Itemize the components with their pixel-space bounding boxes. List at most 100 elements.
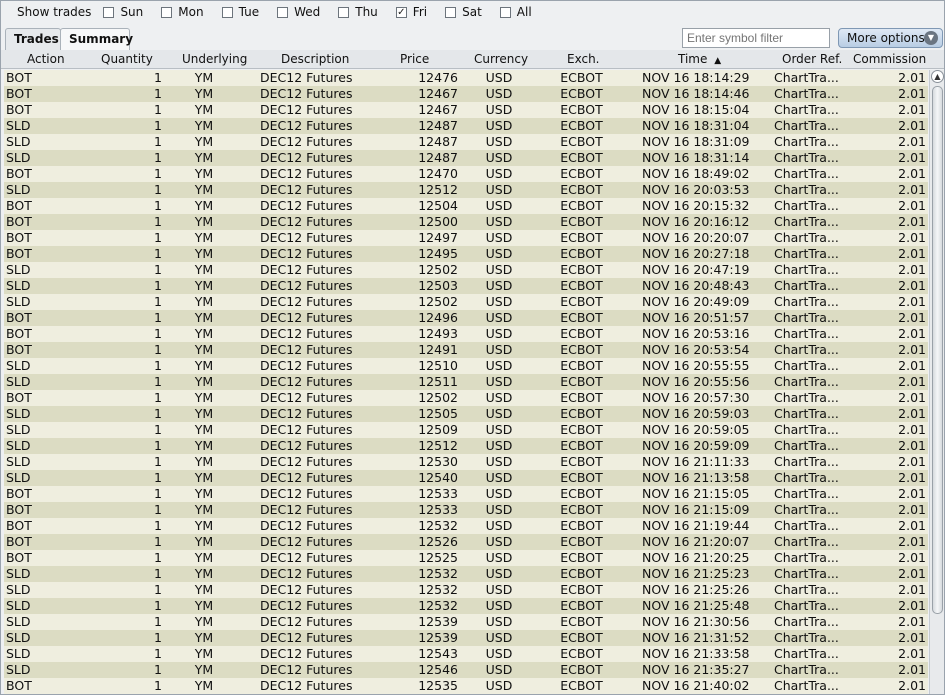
day-filter-tue[interactable]: Tue xyxy=(221,5,259,19)
exchange-cell: ECBOT xyxy=(560,662,603,677)
more-options-button[interactable]: More options ▼ xyxy=(838,28,943,48)
underlying-cell: YM xyxy=(194,438,214,453)
table-row[interactable]: SLD 1 YM DEC12 Futures 12530 USD ECBOT NOV 16 2… xyxy=(4,454,928,470)
table-row[interactable]: BOT 1 YM DEC12 Futures 12467 USD ECBOT NOV 16 1… xyxy=(4,86,928,102)
table-row[interactable]: BOT 1 YM DEC12 Futures 12532 USD ECBOT NOV 16 2… xyxy=(4,518,928,534)
symbol-filter-input[interactable] xyxy=(682,28,830,48)
day-filter-thu[interactable]: Thu xyxy=(338,5,378,19)
checkbox-icon[interactable] xyxy=(221,6,233,18)
action-cell: BOT xyxy=(6,678,32,693)
commission-cell: 2.01 xyxy=(898,518,926,533)
table-row[interactable]: SLD 1 YM DEC12 Futures 12546 USD ECBOT NOV 16 2… xyxy=(4,662,928,678)
table-row[interactable]: BOT 1 YM DEC12 Futures 12470 USD ECBOT NOV 16 1… xyxy=(4,166,928,182)
quantity-cell: 1 xyxy=(154,102,162,117)
quantity-cell: 1 xyxy=(154,326,162,341)
currency-cell: USD xyxy=(485,630,513,645)
table-row[interactable]: BOT 1 YM DEC12 Futures 12476 USD ECBOT NOV 16 1… xyxy=(4,70,928,86)
day-filter-sat[interactable]: Sat xyxy=(445,5,482,19)
commission-cell: 2.01 xyxy=(898,214,926,229)
table-row[interactable]: SLD 1 YM DEC12 Futures 12532 USD ECBOT NOV 16 2… xyxy=(4,582,928,598)
table-row[interactable]: SLD 1 YM DEC12 Futures 12543 USD ECBOT NOV 16 2… xyxy=(4,646,928,662)
table-row[interactable]: BOT 1 YM DEC12 Futures 12495 USD ECBOT NOV 16 2… xyxy=(4,246,928,262)
table-row[interactable]: BOT 1 YM DEC12 Futures 12500 USD ECBOT NOV 16 2… xyxy=(4,214,928,230)
checkbox-checked-icon[interactable]: ✓ xyxy=(395,6,407,18)
table-row[interactable]: BOT 1 YM DEC12 Futures 12525 USD ECBOT NOV 16 2… xyxy=(4,550,928,566)
currency-cell: USD xyxy=(485,278,513,293)
day-filter-sun[interactable]: Sun xyxy=(103,5,143,19)
commission-cell: 2.01 xyxy=(898,326,926,341)
table-row[interactable]: BOT 1 YM DEC12 Futures 12526 USD ECBOT NOV 16 2… xyxy=(4,534,928,550)
table-row[interactable]: SLD 1 YM DEC12 Futures 12512 USD ECBOT NOV 16 2… xyxy=(4,438,928,454)
description-cell: DEC12 Futures xyxy=(260,198,353,213)
table-row[interactable]: SLD 1 YM DEC12 Futures 12532 USD ECBOT NOV 16 2… xyxy=(4,566,928,582)
day-filter-all[interactable]: All xyxy=(499,5,532,19)
day-filter-fri[interactable]: ✓ Fri xyxy=(395,5,427,19)
table-row[interactable]: SLD 1 YM DEC12 Futures 12510 USD ECBOT NOV 16 2… xyxy=(4,358,928,374)
table-row[interactable]: SLD 1 YM DEC12 Futures 12502 USD ECBOT NOV 16 2… xyxy=(4,262,928,278)
col-commission[interactable]: Commission xyxy=(853,52,926,67)
col-action[interactable]: Action xyxy=(27,52,65,67)
exchange-cell: ECBOT xyxy=(560,678,603,693)
day-filter-wed[interactable]: Wed xyxy=(277,5,320,19)
action-cell: SLD xyxy=(6,150,31,165)
col-currency[interactable]: Currency xyxy=(474,52,528,67)
vertical-scrollbar[interactable]: ▲ xyxy=(929,70,944,694)
table-row[interactable]: SLD 1 YM DEC12 Futures 12487 USD ECBOT NOV 16 1… xyxy=(4,134,928,150)
table-row[interactable]: BOT 1 YM DEC12 Futures 12533 USD ECBOT NOV 16 2… xyxy=(4,486,928,502)
scroll-up-arrow-icon[interactable]: ▲ xyxy=(931,70,944,83)
order-ref-cell: ChartTra... xyxy=(774,102,839,117)
table-row[interactable]: SLD 1 YM DEC12 Futures 12509 USD ECBOT NOV 16 2… xyxy=(4,422,928,438)
col-price[interactable]: Price xyxy=(400,52,429,67)
tab-trades[interactable]: Trades xyxy=(5,28,61,50)
table-row[interactable]: BOT 1 YM DEC12 Futures 12533 USD ECBOT NOV 16 2… xyxy=(4,502,928,518)
tab-summary[interactable]: Summary xyxy=(60,28,133,50)
checkbox-icon[interactable] xyxy=(103,6,115,18)
col-time[interactable]: Time ▲ xyxy=(678,52,721,67)
scrollbar-thumb[interactable] xyxy=(932,86,943,614)
table-row[interactable]: SLD 1 YM DEC12 Futures 12487 USD ECBOT NOV 16 1… xyxy=(4,118,928,134)
commission-cell: 2.01 xyxy=(898,614,926,629)
table-row[interactable]: SLD 1 YM DEC12 Futures 12505 USD ECBOT NOV 16 2… xyxy=(4,406,928,422)
checkbox-icon[interactable] xyxy=(499,6,511,18)
table-row[interactable]: SLD 1 YM DEC12 Futures 12511 USD ECBOT NOV 16 2… xyxy=(4,374,928,390)
col-quantity[interactable]: Quantity xyxy=(101,52,153,67)
table-row[interactable]: SLD 1 YM DEC12 Futures 12512 USD ECBOT NOV 16 2… xyxy=(4,182,928,198)
table-row[interactable]: BOT 1 YM DEC12 Futures 12502 USD ECBOT NOV 16 2… xyxy=(4,390,928,406)
table-row[interactable]: SLD 1 YM DEC12 Futures 12540 USD ECBOT NOV 16 2… xyxy=(4,470,928,486)
checkbox-icon[interactable] xyxy=(445,6,457,18)
sort-ascending-icon: ▲ xyxy=(714,56,722,66)
quantity-cell: 1 xyxy=(154,118,162,133)
col-order-ref[interactable]: Order Ref. xyxy=(782,52,842,67)
table-row[interactable]: SLD 1 YM DEC12 Futures 12539 USD ECBOT NOV 16 2… xyxy=(4,614,928,630)
table-row[interactable]: BOT 1 YM DEC12 Futures 12493 USD ECBOT NOV 16 2… xyxy=(4,326,928,342)
underlying-cell: YM xyxy=(194,118,214,133)
checkbox-icon[interactable] xyxy=(338,6,350,18)
time-cell: NOV 16 21:20:25 xyxy=(642,550,750,565)
table-row[interactable]: SLD 1 YM DEC12 Futures 12503 USD ECBOT NOV 16 2… xyxy=(4,278,928,294)
table-row[interactable]: SLD 1 YM DEC12 Futures 12532 USD ECBOT NOV 16 2… xyxy=(4,598,928,614)
day-filter-mon[interactable]: Mon xyxy=(161,5,204,19)
description-cell: DEC12 Futures xyxy=(260,230,353,245)
table-row[interactable]: SLD 1 YM DEC12 Futures 12502 USD ECBOT NOV 16 2… xyxy=(4,294,928,310)
exchange-cell: ECBOT xyxy=(560,294,603,309)
underlying-cell: YM xyxy=(194,262,214,277)
exchange-cell: ECBOT xyxy=(560,182,603,197)
col-exch[interactable]: Exch. xyxy=(567,52,600,67)
checkbox-icon[interactable] xyxy=(161,6,173,18)
col-underlying[interactable]: Underlying xyxy=(182,52,247,67)
table-row[interactable]: BOT 1 YM DEC12 Futures 12467 USD ECBOT NOV 16 1… xyxy=(4,102,928,118)
time-cell: NOV 16 20:15:32 xyxy=(642,198,750,213)
col-description[interactable]: Description xyxy=(281,52,349,67)
table-row[interactable]: BOT 1 YM DEC12 Futures 12497 USD ECBOT NOV 16 2… xyxy=(4,230,928,246)
table-row[interactable]: BOT 1 YM DEC12 Futures 12504 USD ECBOT NOV 16 2… xyxy=(4,198,928,214)
description-cell: DEC12 Futures xyxy=(260,566,353,581)
table-row[interactable]: BOT 1 YM DEC12 Futures 12491 USD ECBOT NOV 16 2… xyxy=(4,342,928,358)
underlying-cell: YM xyxy=(194,198,214,213)
commission-cell: 2.01 xyxy=(898,166,926,181)
table-row[interactable]: SLD 1 YM DEC12 Futures 12539 USD ECBOT NOV 16 2… xyxy=(4,630,928,646)
table-row[interactable]: BOT 1 YM DEC12 Futures 12535 USD ECBOT NOV 16 2… xyxy=(4,678,928,694)
table-row[interactable]: BOT 1 YM DEC12 Futures 12496 USD ECBOT NOV 16 2… xyxy=(4,310,928,326)
description-cell: DEC12 Futures xyxy=(260,678,353,693)
table-row[interactable]: SLD 1 YM DEC12 Futures 12487 USD ECBOT NOV 16 1… xyxy=(4,150,928,166)
checkbox-icon[interactable] xyxy=(277,6,289,18)
